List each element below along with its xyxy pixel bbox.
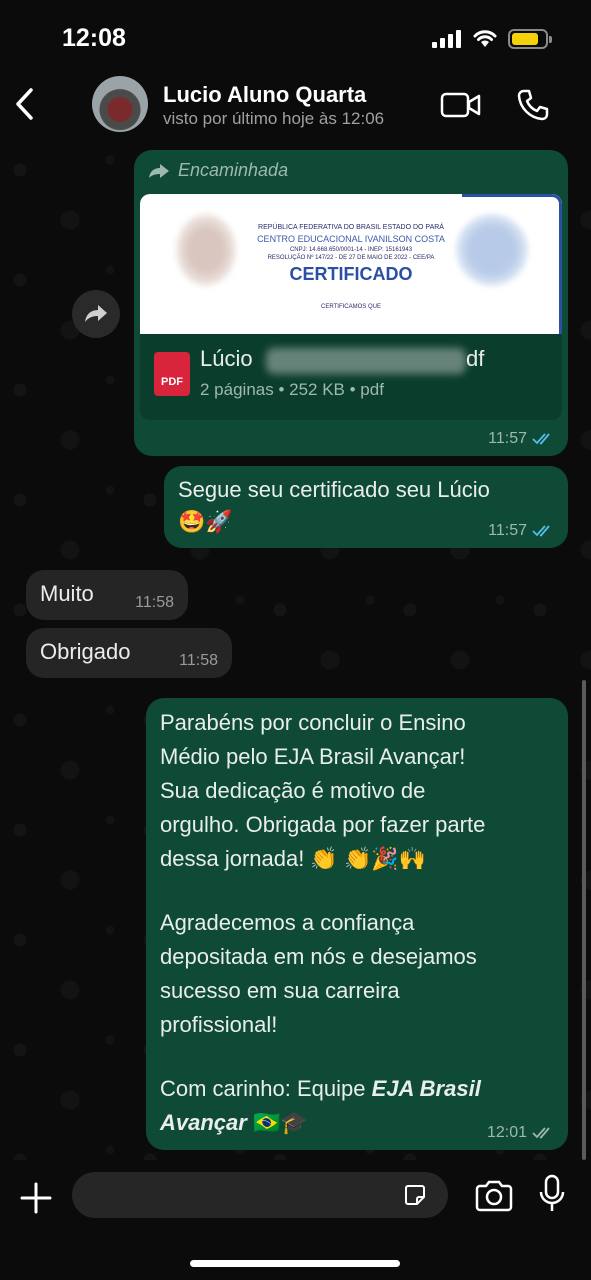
message-signature-line2: Avançar 🇧🇷🎓 — [160, 1106, 308, 1141]
cert-header-line4: RESOLUÇÃO Nº 147/22 - DE 27 DE MAIO DE 2… — [267, 255, 435, 261]
forwarded-text: Encaminhada — [178, 160, 289, 180]
message-time: 11:57 — [488, 522, 527, 539]
certificate-text-message[interactable]: Segue seu certificado seu Lúcio 🤩🚀 11:57 — [164, 466, 568, 548]
file-details: 2 páginas • 252 KB • pdf — [200, 380, 384, 399]
video-call-icon[interactable] — [440, 92, 482, 118]
signature-prefix: Com carinho: Equipe — [160, 1076, 372, 1101]
message-input[interactable] — [72, 1172, 448, 1218]
wifi-icon — [473, 30, 497, 47]
cert-line5: CERTIFICAMOS QUE — [321, 304, 381, 310]
incoming-message-muito[interactable]: Muito 11:58 — [26, 570, 188, 620]
document-preview[interactable]: REPÚBLICA FEDERATIVA DO BRASIL ESTADO DO… — [140, 194, 562, 334]
file-name-start: Lúcio — [200, 346, 253, 371]
battery-icon — [508, 29, 552, 49]
phone-icon[interactable] — [516, 88, 550, 122]
forwarded-arrow-icon — [149, 163, 169, 178]
message-meta: 11:57 — [488, 430, 554, 448]
status-time: 12:08 — [62, 24, 126, 52]
message-text: Segue seu certificado seu Lúcio — [178, 477, 490, 502]
forward-icon — [85, 305, 107, 322]
home-indicator — [190, 1260, 400, 1267]
file-name-end: df — [466, 346, 485, 371]
pdf-icon: PDF — [154, 352, 190, 396]
scrollbar[interactable] — [582, 680, 586, 1160]
message-text: Obrigado — [40, 639, 131, 664]
message-meta: 11:57 — [488, 522, 554, 540]
sticker-icon[interactable] — [402, 1182, 428, 1208]
congratulations-message[interactable]: Parabéns por concluir o Ensino Médio pel… — [146, 698, 568, 1150]
message-time: 11:58 — [179, 652, 218, 669]
message-composer — [0, 1160, 591, 1280]
message-emojis: 🤩🚀 — [178, 510, 233, 535]
read-tick-icon — [532, 433, 550, 445]
signature-bold-1: EJA Brasil — [371, 1076, 481, 1101]
cert-header-line1: REPÚBLICA FEDERATIVA DO BRASIL ESTADO DO… — [258, 224, 444, 231]
incoming-message-obrigado[interactable]: Obrigado 11:58 — [26, 628, 232, 678]
cert-title: CERTIFICADO — [289, 264, 413, 284]
signature-emojis: 🇧🇷🎓 — [252, 1111, 308, 1136]
file-info-row[interactable]: PDF Lúcio df 2 páginas • 252 KB • pdf — [140, 334, 562, 420]
signature-bold-2: Avançar — [160, 1110, 247, 1135]
cert-school-name: CENTRO EDUCACIONAL IVANILSON COSTA — [257, 234, 445, 244]
contact-name[interactable]: Lucio Aluno Quarta — [163, 82, 366, 108]
forwarded-document-message[interactable]: Encaminhada REPÚBLICA FEDERATIVA DO BRAS… — [134, 150, 568, 456]
message-paragraph-2: Agradecemos a confiança depositada em nó… — [160, 910, 477, 1037]
message-time: 11:58 — [135, 594, 174, 611]
back-icon[interactable] — [12, 86, 36, 122]
message-time: 11:57 — [488, 430, 527, 447]
delivered-tick-icon — [532, 1127, 550, 1139]
message-signature: Com carinho: Equipe EJA Brasil — [160, 1072, 560, 1106]
last-seen: visto por último hoje às 12:06 — [163, 109, 385, 128]
message-text: Muito — [40, 581, 94, 606]
avatar[interactable] — [92, 76, 148, 132]
read-tick-icon — [532, 525, 550, 537]
message-meta: 12:01 — [487, 1124, 554, 1142]
chat-header: Lucio Aluno Quarta visto por último hoje… — [0, 70, 591, 140]
signal-icon — [432, 30, 464, 48]
message-time: 12:01 — [486, 1124, 527, 1141]
message-paragraph-1: Parabéns por concluir o Ensino Médio pel… — [160, 710, 486, 871]
status-bar: 12:08 — [0, 0, 591, 78]
forwarded-label: Encaminhada — [148, 160, 288, 181]
forward-button[interactable] — [72, 290, 120, 338]
camera-icon[interactable] — [474, 1180, 514, 1212]
cert-header-line3: CNPJ: 14.668.650/0001-14 - INEP: 1516194… — [289, 247, 413, 253]
plus-icon[interactable] — [18, 1180, 54, 1216]
mic-icon[interactable] — [538, 1174, 566, 1214]
file-name-blurred — [266, 348, 466, 374]
